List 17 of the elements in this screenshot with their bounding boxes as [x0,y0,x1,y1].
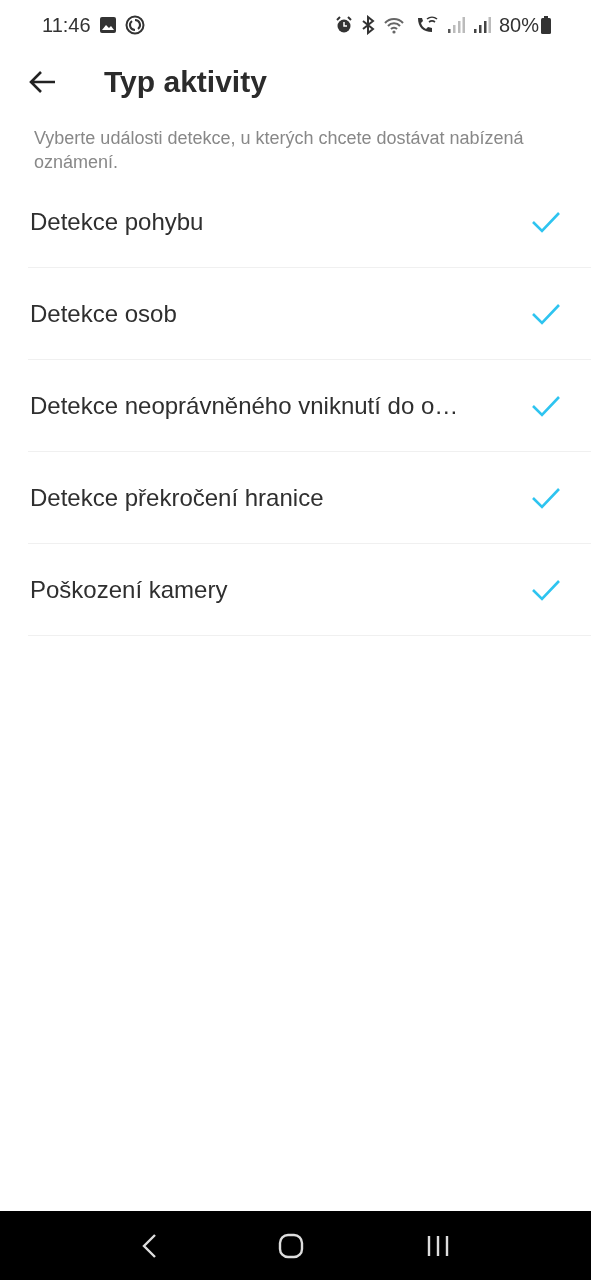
description-text: Vyberte události detekce, u kterých chcete dostávat nabízená oznámení. [34,127,525,174]
battery-icon [541,16,551,34]
activity-option[interactable]: Detekce osob [28,268,591,360]
wifi-icon [382,15,407,35]
battery-percentage: 80% [498,13,539,37]
signal-icon [446,16,465,34]
image-icon [98,16,117,34]
bluetooth-icon [360,15,375,35]
status-time: 11:46 [42,13,91,37]
alarm-icon [334,16,353,34]
page-title: Typ aktivity [104,65,267,99]
sync-icon [124,15,145,35]
activity-option[interactable]: Detekce překročení hranice [28,452,591,544]
activity-option[interactable]: Detekce pohybu [28,176,591,268]
activity-option[interactable]: Poškození kamery [28,544,591,636]
signal-icon [472,16,491,34]
activity-option[interactable]: Detekce neoprávněného vniknutí do o… [28,360,591,452]
